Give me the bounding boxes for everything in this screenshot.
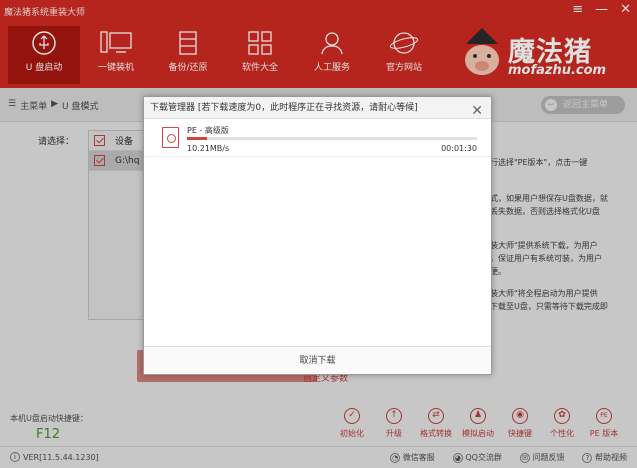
modal-overlay-top <box>0 0 637 88</box>
download-progress-bar <box>187 137 477 140</box>
download-item: PE - 高级版 10.21MB/s 00:01:30 <box>144 119 491 157</box>
download-progress-fill <box>187 137 208 140</box>
file-icon <box>162 127 179 148</box>
download-elapsed: 00:01:30 <box>441 144 477 153</box>
cancel-download-button[interactable]: 取消下载 <box>144 346 491 374</box>
dialog-title-text: 下载管理器 [若下载速度为0，此时程序正在寻找资源，请耐心等候] <box>150 103 418 113</box>
dialog-title: 下载管理器 [若下载速度为0，此时程序正在寻找资源，请耐心等候] ✕ <box>144 97 491 119</box>
download-speed: 10.21MB/s <box>187 144 230 153</box>
download-manager-dialog: 下载管理器 [若下载速度为0，此时程序正在寻找资源，请耐心等候] ✕ PE - … <box>143 96 492 375</box>
download-name: PE - 高级版 <box>187 126 229 135</box>
